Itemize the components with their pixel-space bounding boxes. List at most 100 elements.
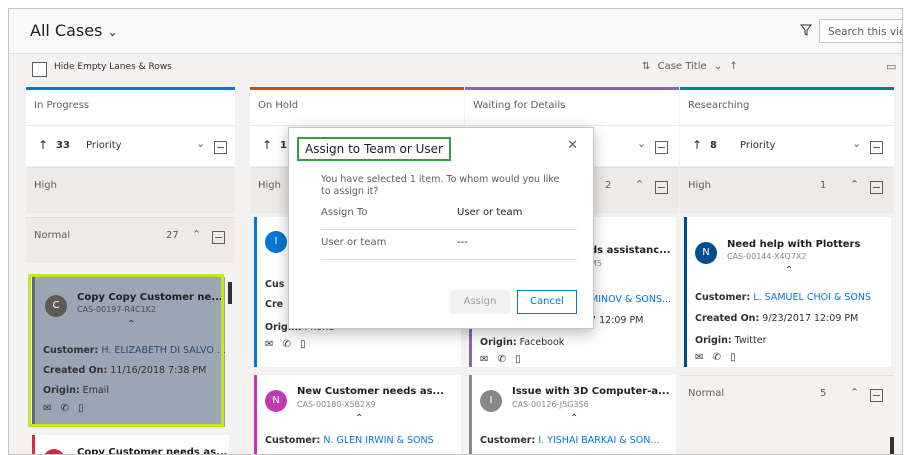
filter-icon[interactable] (800, 24, 812, 36)
customer-link[interactable]: MINOV & SONS... (590, 294, 671, 305)
view-selector[interactable]: All Cases ⌄ (30, 21, 118, 40)
group-row-normal: Normal 27 ⌃ (26, 217, 235, 263)
scrollbar-thumb[interactable] (890, 437, 894, 454)
chevron-up-icon[interactable]: ⌃ (570, 413, 578, 424)
user-or-team-label: User or team (321, 237, 387, 248)
lane-count: 8 (710, 140, 717, 151)
dialog-description: You have selected 1 item. To whom would … (321, 174, 560, 197)
group-name: Normal (34, 230, 71, 241)
group-row-high: High (26, 167, 235, 213)
card-action-icons[interactable]: ✉ ✆ ▯ (265, 339, 309, 350)
collapse-icon[interactable] (870, 389, 883, 402)
group-name: Normal (688, 388, 725, 399)
chevron-up-icon[interactable]: ⌃ (785, 265, 793, 276)
chevron-down-icon[interactable]: ⌄ (196, 137, 205, 150)
hide-empty-checkbox[interactable] (32, 62, 47, 77)
lane-sort-row: ↑ 33 Priority ⌄ (26, 125, 235, 166)
view-header: All Cases ⌄ Search this view (9, 9, 902, 54)
avatar: N (695, 242, 717, 264)
avatar: I (265, 231, 287, 253)
assign-to-select[interactable]: User or team (457, 207, 522, 218)
assign-button[interactable]: Assign (450, 290, 510, 314)
board-toolbar: Hide Empty Lanes & Rows ⇅ Case Title ⌄ ↑… (9, 54, 902, 84)
sort-icon: ⇅ (642, 61, 651, 72)
case-card[interactable]: I Issue with 3D Computer-a... CAS-00126-… (469, 375, 676, 454)
lane-title: On Hold (258, 100, 299, 111)
group-count: 1 (820, 180, 827, 191)
lane-header: On Hold (250, 87, 464, 125)
group-count: 27 (166, 230, 179, 241)
group-name: High (34, 180, 57, 191)
collapse-icon[interactable] (214, 141, 227, 154)
scrollbar-thumb[interactable] (228, 282, 232, 304)
card-action-icons[interactable]: ✉ ✆ ▯ (480, 354, 524, 365)
collapse-icon[interactable] (870, 181, 883, 194)
customer-link[interactable]: N. GLEN IRWIN & SONS (323, 435, 433, 446)
lane-header: In Progress (26, 87, 235, 125)
collapse-icon[interactable] (655, 141, 668, 154)
case-id: CAS-00126-J5G3S6 (512, 400, 589, 409)
group-name: High (258, 180, 281, 191)
dialog-title: Assign to Team or User (297, 137, 451, 161)
assign-dialog: Assign to Team or User ✕ You have select… (288, 127, 594, 329)
chevron-up-icon[interactable]: ⌃ (850, 386, 859, 399)
case-title[interactable]: Need help with Plotters (727, 239, 860, 250)
group-row-normal: Normal 5 ⌃ (680, 375, 894, 421)
case-title[interactable]: ds assistanc... (590, 245, 671, 256)
lane-sort-row: ↑ 8 Priority ⌄ (680, 125, 894, 166)
customer-field: Customer: N. GLEN IRWIN & SONS (265, 435, 434, 446)
lane-researching: Researching ↑ 8 Priority ⌄ High 1 ⌃ N Ne… (680, 87, 894, 454)
sort-direction-icon[interactable]: ↑ (729, 61, 737, 72)
avatar: I (480, 390, 502, 412)
collapse-icon[interactable] (655, 181, 668, 194)
customer-link[interactable]: I. YISHAI BARKAI & SON... (538, 435, 659, 446)
lane-sort-field: Priority (740, 140, 776, 151)
board-settings-icon[interactable]: ▭ (886, 60, 896, 73)
chevron-up-icon[interactable]: ⌃ (635, 178, 644, 191)
lane-header: Waiting for Details (465, 87, 679, 125)
search-input[interactable]: Search this view (819, 19, 902, 43)
avatar: C (43, 449, 65, 454)
chevron-down-icon: ⌄ (713, 61, 723, 72)
group-count: 5 (820, 388, 827, 399)
close-icon[interactable]: ✕ (567, 138, 578, 153)
lane-title: Waiting for Details (473, 100, 566, 111)
customer-field: Customer: I. YISHAI BARKAI & SON... (480, 435, 660, 446)
lane-sort-field: Priority (86, 140, 122, 151)
chevron-down-icon[interactable]: ⌄ (637, 137, 646, 150)
collapse-icon[interactable] (212, 231, 225, 244)
lane-header: Researching (680, 87, 894, 125)
cancel-button[interactable]: Cancel (517, 290, 577, 314)
case-title[interactable]: Copy Customer needs as... (77, 447, 227, 454)
lane-in-progress: In Progress ↑ 33 Priority ⌄ High Normal … (26, 87, 235, 454)
customer-link[interactable]: L. SAMUEL CHOI & SONS (753, 292, 871, 303)
view-title: All Cases (30, 21, 103, 40)
case-card[interactable]: N Need help with Plotters CAS-00144-X4Q7… (684, 217, 891, 367)
chevron-up-icon[interactable]: ⌃ (355, 413, 363, 424)
case-title[interactable]: New Customer needs as... (297, 386, 444, 397)
case-card[interactable]: N New Customer needs as... CAS-00180-X5B… (254, 375, 461, 454)
sort-control[interactable]: ⇅ Case Title ⌄ ↑ (642, 61, 742, 72)
case-card[interactable]: C Copy Customer needs as... (32, 435, 229, 454)
chevron-down-icon[interactable]: ⌄ (852, 137, 861, 150)
created-field: Created On: 9/23/2017 12:09 PM (695, 313, 859, 324)
card-action-icons[interactable]: ✉ ✆ ▯ (695, 352, 739, 363)
chevron-down-icon: ⌄ (107, 25, 118, 39)
assign-to-row[interactable]: Assign To User or team (321, 199, 577, 230)
user-or-team-lookup[interactable]: --- (457, 237, 468, 248)
customer-field: MINOV & SONS... (590, 294, 671, 305)
sort-up-icon[interactable]: ↑ (692, 138, 702, 152)
case-id: CAS-00180-X5B2X9 (297, 400, 376, 409)
selection-highlight (28, 274, 224, 427)
collapse-icon[interactable] (870, 141, 883, 154)
user-or-team-row[interactable]: User or team --- (321, 229, 577, 260)
chevron-up-icon[interactable]: ⌃ (850, 178, 859, 191)
avatar: N (265, 390, 287, 412)
sort-up-icon[interactable]: ↑ (262, 138, 272, 152)
sort-up-icon[interactable]: ↑ (38, 138, 48, 152)
lane-count: 1 (280, 140, 287, 151)
case-title[interactable]: Issue with 3D Computer-a... (512, 386, 670, 397)
origin-field: Origin: Facebook (480, 337, 565, 348)
sort-field: Case Title (657, 61, 707, 72)
chevron-up-icon[interactable]: ⌃ (192, 228, 201, 241)
